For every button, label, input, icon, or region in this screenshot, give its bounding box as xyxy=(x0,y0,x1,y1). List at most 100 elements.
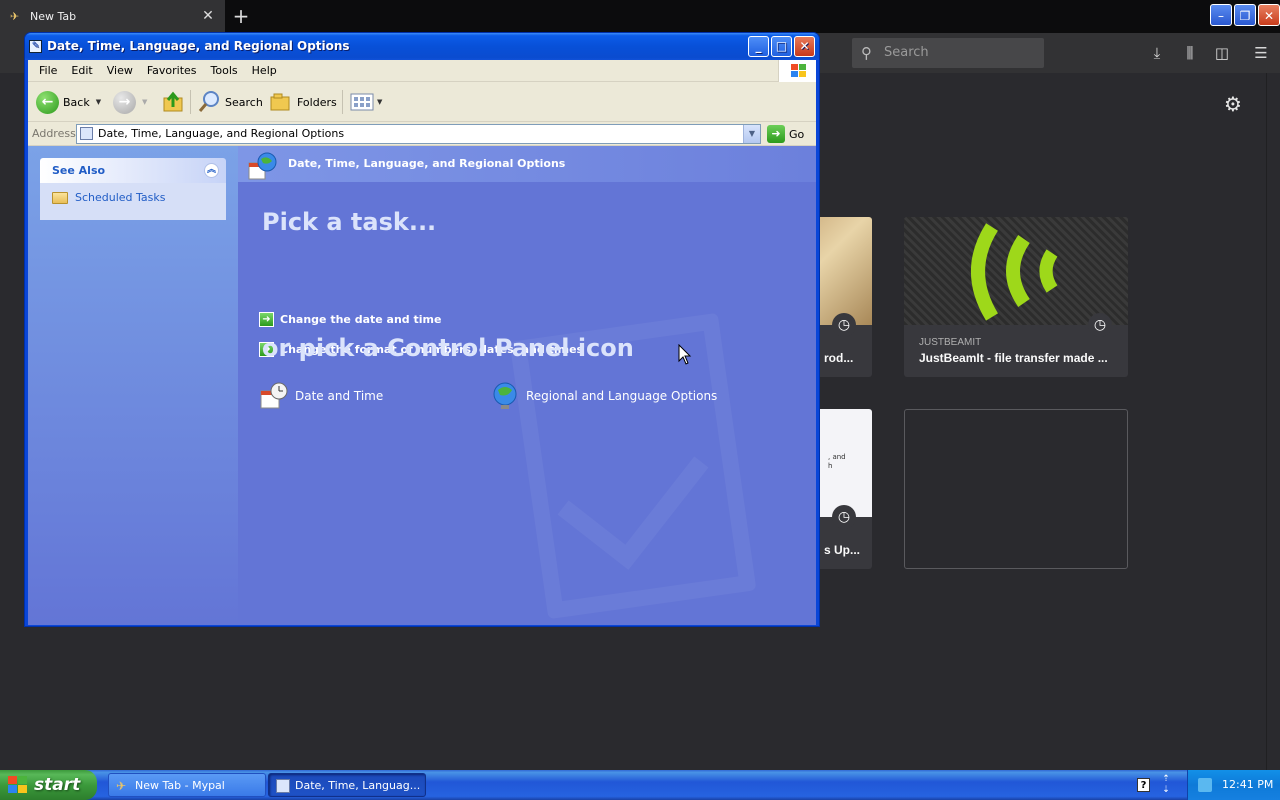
clock-icon: ◷ xyxy=(832,505,856,529)
address-input[interactable]: Date, Time, Language, and Regional Optio… xyxy=(76,124,761,144)
minimize-button[interactable]: – xyxy=(1210,4,1232,26)
see-also-panel: See Also ︽ Scheduled Tasks xyxy=(40,158,226,220)
mypal-icon: ✈ xyxy=(116,779,127,793)
maximize-button[interactable]: □ xyxy=(771,36,792,57)
window-title: Date, Time, Language, and Regional Optio… xyxy=(47,39,350,53)
justbeamit-logo xyxy=(971,223,1058,321)
control-panel-icon xyxy=(80,127,93,140)
address-value: Date, Time, Language, and Regional Optio… xyxy=(98,127,345,140)
control-panel-icon xyxy=(276,779,290,793)
search-icon xyxy=(198,91,219,112)
top-site-tile[interactable]: ◷ JUSTBEAMIT JustBeamIt - file transfer … xyxy=(904,217,1128,377)
control-panel-window: ✎ Date, Time, Language, and Regional Opt… xyxy=(24,32,820,627)
help-icon[interactable]: ? xyxy=(1137,778,1150,792)
standard-toolbar: ← Back ▼ → ▼ Search Folders ▼ xyxy=(28,82,816,122)
gear-icon[interactable]: ⚙ xyxy=(1222,93,1244,115)
up-folder-icon xyxy=(163,91,183,112)
tile-title: JustBeamIt - file transfer made ... xyxy=(919,351,1108,365)
views-button[interactable]: ▼ xyxy=(350,90,382,114)
empty-tile[interactable] xyxy=(904,409,1128,569)
browser-tab-bar: ✈ New Tab ✕ + – ❐ ✕ xyxy=(0,0,1280,33)
category-title: Date, Time, Language, and Regional Optio… xyxy=(288,157,566,170)
chevron-down-icon: ▼ xyxy=(142,98,148,106)
tile-title: s Up... xyxy=(824,543,861,557)
mypal-icon: ✈ xyxy=(10,9,20,23)
search-button[interactable]: Search xyxy=(197,90,263,114)
sidebar-icon[interactable]: ◫ xyxy=(1212,43,1232,63)
toolbar-separator xyxy=(342,90,343,114)
network-activity-icon[interactable]: ⇡ ⇣ xyxy=(1160,774,1172,796)
tile-title: rod... xyxy=(824,351,854,365)
chevron-down-icon: ▼ xyxy=(377,98,383,106)
browser-scrollbar[interactable] xyxy=(1266,73,1280,770)
mouse-cursor-icon xyxy=(678,344,692,365)
tab-title: New Tab xyxy=(30,10,77,23)
taskbar: start ✈ New Tab - Mypal Date, Time, Lang… xyxy=(0,770,1280,800)
go-button[interactable]: ➜ Go xyxy=(767,124,804,144)
folders-label: Folders xyxy=(297,95,337,109)
chevron-down-icon[interactable]: ▼ xyxy=(96,98,101,106)
start-label: start xyxy=(34,775,81,795)
start-button[interactable]: start xyxy=(0,770,97,800)
taskbar-button-control-panel[interactable]: Date, Time, Languag... xyxy=(268,773,426,797)
globe-icon xyxy=(493,382,517,409)
task-change-date-time[interactable]: ➜ Change the date and time xyxy=(259,312,441,327)
scheduled-tasks-icon xyxy=(52,191,68,204)
task-label: Change the date and time xyxy=(280,313,442,326)
clock[interactable]: 12:41 PM xyxy=(1222,770,1273,800)
task-pane: See Also ︽ Scheduled Tasks xyxy=(28,146,238,625)
category-header: Date, Time, Language, and Regional Optio… xyxy=(238,146,816,182)
download-icon[interactable]: ⤓ xyxy=(1147,43,1167,63)
regional-language-icon-link[interactable]: Regional and Language Options xyxy=(490,381,717,411)
go-label: Go xyxy=(789,127,805,141)
back-label: Back xyxy=(63,95,90,109)
toolbar-separator xyxy=(190,90,191,114)
taskbar-button-label: New Tab - Mypal xyxy=(135,779,225,792)
date-and-time-icon-link[interactable]: Date and Time xyxy=(259,381,383,411)
browser-search-input[interactable]: ⚲ Search xyxy=(852,38,1044,68)
forward-button[interactable]: → ▼ xyxy=(113,90,147,114)
tile-snippet: , and h xyxy=(828,453,846,470)
menu-file[interactable]: File xyxy=(32,64,64,77)
window-titlebar[interactable]: ✎ Date, Time, Language, and Regional Opt… xyxy=(25,33,819,60)
close-button[interactable]: ✕ xyxy=(794,36,815,57)
windows-logo-icon xyxy=(8,776,28,794)
address-bar: Address Date, Time, Language, and Region… xyxy=(28,122,816,146)
menu-help[interactable]: Help xyxy=(245,64,284,77)
see-also-header[interactable]: See Also ︽ xyxy=(40,158,226,183)
see-also-content: Scheduled Tasks xyxy=(40,183,226,220)
scheduled-tasks-link[interactable]: Scheduled Tasks xyxy=(52,191,166,204)
restore-button[interactable]: ❐ xyxy=(1234,4,1256,26)
browser-tab-new-tab[interactable]: ✈ New Tab ✕ xyxy=(0,0,225,33)
up-folder-button[interactable] xyxy=(162,90,184,114)
menu-icon[interactable]: ☰ xyxy=(1251,43,1271,63)
folders-icon xyxy=(270,93,290,111)
menu-view[interactable]: View xyxy=(100,64,140,77)
folders-button[interactable]: Folders xyxy=(269,90,337,114)
chevron-down-icon[interactable]: ▼ xyxy=(743,125,760,143)
taskbar-button-browser[interactable]: ✈ New Tab - Mypal xyxy=(108,773,266,797)
back-button[interactable]: ← Back ▼ xyxy=(36,90,101,114)
menu-edit[interactable]: Edit xyxy=(64,64,99,77)
go-arrow-icon: ➜ xyxy=(767,125,785,143)
language-bar-icon[interactable] xyxy=(1198,778,1212,792)
scheduled-tasks-label: Scheduled Tasks xyxy=(75,191,166,204)
new-tab-button[interactable]: + xyxy=(229,5,253,27)
control-panel-icon: ✎ xyxy=(29,40,42,53)
close-tab-icon[interactable]: ✕ xyxy=(201,9,215,23)
back-arrow-icon: ← xyxy=(36,90,59,114)
collapse-icon[interactable]: ︽ xyxy=(204,163,219,178)
task-arrow-icon: ➜ xyxy=(259,312,274,327)
taskbar-button-label: Date, Time, Languag... xyxy=(295,779,421,792)
search-label: Search xyxy=(225,95,263,109)
close-button[interactable]: ✕ xyxy=(1258,4,1280,26)
search-icon: ⚲ xyxy=(861,44,872,62)
minimize-button[interactable]: _ xyxy=(748,36,769,57)
menu-favorites[interactable]: Favorites xyxy=(140,64,204,77)
library-icon[interactable]: ⫼ xyxy=(1180,43,1200,63)
forward-arrow-icon: → xyxy=(113,90,136,114)
pick-task-heading: Pick a task... xyxy=(262,208,437,236)
search-placeholder: Search xyxy=(884,45,929,60)
menu-tools[interactable]: Tools xyxy=(204,64,245,77)
regional-language-label: Regional and Language Options xyxy=(526,389,718,403)
